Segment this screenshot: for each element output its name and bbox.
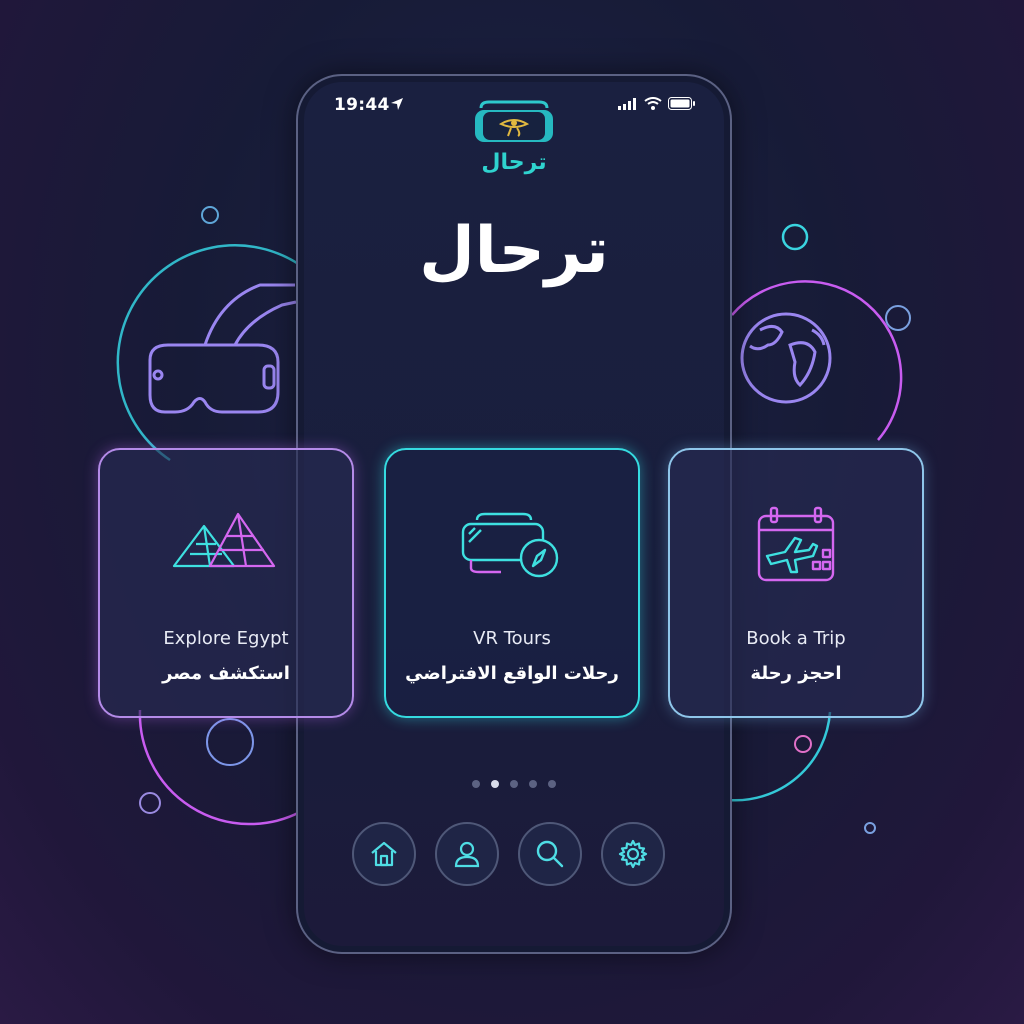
card-label-en: Book a Trip	[746, 628, 846, 649]
signal-icon	[618, 97, 636, 110]
page-dot-active[interactable]	[491, 780, 499, 788]
nav-profile-button[interactable]	[435, 822, 499, 886]
card-label-en: Explore Egypt	[163, 628, 289, 649]
nav-search-button[interactable]	[518, 822, 582, 886]
globe-decoration-icon	[740, 312, 832, 404]
calendar-plane-icon	[757, 506, 835, 582]
vr-headset-decoration-icon	[148, 283, 297, 414]
page-dot[interactable]	[472, 780, 480, 788]
user-icon	[454, 841, 480, 868]
app-title: ترحال	[419, 214, 609, 288]
card-label-ar: احجز رحلة	[750, 663, 842, 684]
settings-gear-icon	[618, 839, 648, 869]
card-explore-egypt[interactable]: Explore Egypt استكشف مصر	[98, 448, 354, 718]
home-icon	[371, 841, 397, 867]
card-label-ar: استكشف مصر	[162, 663, 290, 684]
vr-headset-eye-of-horus-icon	[475, 100, 553, 142]
card-label-en: VR Tours	[473, 628, 551, 649]
page-dot[interactable]	[548, 780, 556, 788]
nav-settings-button[interactable]	[601, 822, 665, 886]
card-book-trip[interactable]: Book a Trip احجز رحلة	[668, 448, 924, 718]
logo-text: ترحال	[481, 150, 547, 175]
wifi-icon	[644, 97, 662, 110]
app-logo: ترحال	[471, 98, 557, 178]
card-label-ar: رحلات الواقع الافتراضي	[405, 663, 619, 684]
nav-home-button[interactable]	[352, 822, 416, 886]
page-dot[interactable]	[510, 780, 518, 788]
bottom-nav	[352, 822, 665, 886]
status-time: 19:44	[334, 95, 390, 115]
page-dot[interactable]	[529, 780, 537, 788]
location-arrow-icon	[391, 98, 403, 110]
search-icon	[536, 840, 564, 868]
vr-compass-icon	[461, 512, 559, 578]
card-vr-tours[interactable]: VR Tours رحلات الواقع الافتراضي	[384, 448, 640, 718]
page-indicator[interactable]	[472, 780, 556, 788]
battery-icon	[668, 97, 695, 110]
status-icons	[618, 97, 696, 110]
pyramids-icon	[172, 512, 276, 568]
